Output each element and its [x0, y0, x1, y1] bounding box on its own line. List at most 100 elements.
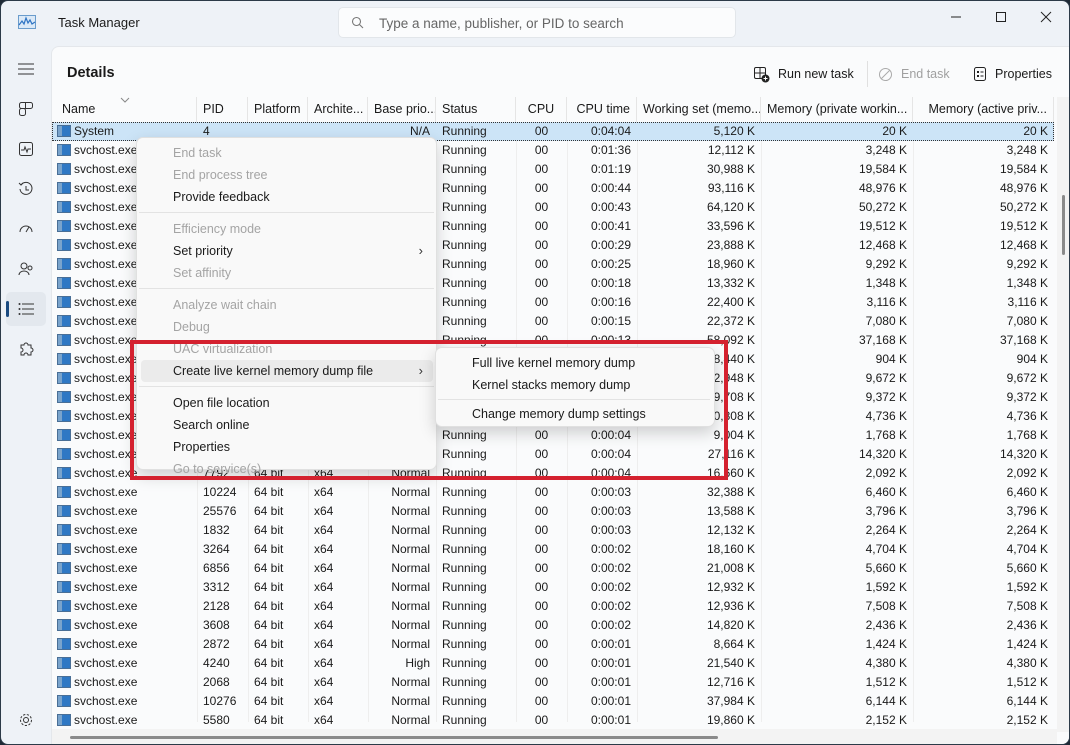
process-name: svchost.exe — [74, 599, 138, 613]
table-row[interactable]: svchost.exe 3264 64 bit x64 Normal Running 00 0… — [52, 540, 1054, 559]
process-icon — [57, 524, 71, 536]
cell-cputime: 0:01:36 — [590, 143, 631, 157]
menu-item-label: Efficiency mode — [173, 222, 262, 236]
horizontal-scrollbar-thumb[interactable] — [70, 736, 718, 739]
cell-status: Running — [442, 143, 487, 157]
header-col-base-priority[interactable]: Base prio... — [368, 97, 436, 122]
sidebar-hamburger-button[interactable] — [6, 52, 46, 86]
sidebar-item-settings[interactable] — [6, 703, 46, 737]
menu-item-efficiency-mode[interactable]: Efficiency mode — [141, 218, 433, 240]
menu-item-set-affinity[interactable]: Set affinity — [141, 262, 433, 284]
end-task-button[interactable]: End task — [878, 63, 950, 85]
header-col-name[interactable]: Name — [52, 97, 197, 122]
menu-item-set-priority[interactable]: Set priority › — [141, 240, 433, 262]
cell-ws: 93,116 K — [707, 181, 755, 195]
search-input[interactable] — [379, 14, 719, 32]
cell-status: Running — [442, 200, 487, 214]
table-row[interactable]: svchost.exe 10276 64 bit x64 Normal Running 00… — [52, 692, 1054, 711]
menu-item-provide-feedback[interactable]: Provide feedback — [141, 186, 433, 208]
sidebar-item-users[interactable] — [6, 252, 46, 286]
process-name: svchost.exe — [74, 466, 138, 480]
table-row[interactable]: svchost.exe 2068 64 bit x64 Normal Running 00 0… — [52, 673, 1054, 692]
close-button[interactable] — [1023, 1, 1069, 33]
header-col-architecture[interactable]: Archite... — [308, 97, 368, 122]
table-row[interactable]: svchost.exe 3312 64 bit x64 Normal Running 00 0… — [52, 578, 1054, 597]
submenu-item-kernel-stacks-memory-dump[interactable]: Kernel stacks memory dump — [440, 374, 712, 396]
sidebar-item-services[interactable] — [6, 332, 46, 366]
cell-arch: x64 — [314, 637, 334, 651]
menu-item-create-live-kernel-memory-dump-file[interactable]: Create live kernel memory dump file › — [141, 360, 433, 382]
table-row[interactable]: svchost.exe 5580 64 bit x64 Normal Running 00 0… — [52, 711, 1054, 730]
process-icon — [57, 391, 71, 403]
cell-cputime: 0:00:01 — [590, 675, 631, 689]
cell-status: Running — [442, 314, 487, 328]
cell-platform: 64 bit — [254, 713, 284, 727]
header-col-memory-private-working[interactable]: Memory (private workin... — [761, 97, 913, 122]
performance-icon — [19, 142, 33, 156]
menu-item-debug[interactable]: Debug — [141, 316, 433, 338]
sidebar-item-performance[interactable] — [6, 132, 46, 166]
cell-cpu: 00 — [534, 485, 549, 499]
header-col-cpu[interactable]: CPU — [516, 97, 567, 122]
cell-mpw: 7,080 K — [865, 314, 907, 328]
menu-item-properties[interactable]: Properties — [141, 436, 433, 458]
table-row[interactable]: svchost.exe 25576 64 bit x64 Normal Running 00… — [52, 502, 1054, 521]
sidebar-item-processes[interactable] — [6, 92, 46, 126]
menu-item-end-process-tree[interactable]: End process tree — [141, 164, 433, 186]
table-row[interactable]: svchost.exe 1832 64 bit x64 Normal Running 00 0… — [52, 521, 1054, 540]
header-col-memory-active-private[interactable]: Memory (active priv... — [913, 97, 1054, 122]
cell-cputime: 0:00:03 — [590, 485, 631, 499]
menu-item-uac-virtualization[interactable]: UAC virtualization — [141, 338, 433, 360]
sidebar-item-startup-apps[interactable] — [6, 212, 46, 246]
cell-cpu: 00 — [534, 656, 549, 670]
minimize-button[interactable] — [933, 1, 979, 33]
cell-prio: Normal — [391, 637, 430, 651]
process-name: svchost.exe — [74, 637, 138, 651]
header-col-platform[interactable]: Platform — [248, 97, 308, 122]
table-row[interactable]: svchost.exe 2128 64 bit x64 Normal Running 00 0… — [52, 597, 1054, 616]
sidebar-item-details[interactable] — [6, 292, 46, 326]
vertical-scrollbar[interactable] — [1057, 97, 1069, 732]
cell-map: 2,264 K — [1006, 523, 1048, 537]
table-row[interactable]: svchost.exe 4240 64 bit x64 High Running 00 0:0… — [52, 654, 1054, 673]
menu-item-analyze-wait-chain[interactable]: Analyze wait chain — [141, 294, 433, 316]
menu-item-end-task[interactable]: End task — [141, 142, 433, 164]
header-col-cpu-time[interactable]: CPU time — [567, 97, 637, 122]
cell-mpw: 6,460 K — [865, 485, 907, 499]
header-col-working-set[interactable]: Working set (memo... — [637, 97, 761, 122]
cell-platform: 64 bit — [254, 694, 284, 708]
vertical-scrollbar-thumb[interactable] — [1062, 195, 1065, 255]
cell-mpw: 9,292 K — [865, 257, 907, 271]
cell-pid: 2128 — [203, 599, 230, 613]
cell-mpw: 1,768 K — [865, 428, 907, 442]
maximize-button[interactable] — [978, 1, 1024, 33]
cell-status: Running — [442, 504, 487, 518]
menu-item-go-to-service-s[interactable]: Go to service(s) — [141, 458, 433, 480]
submenu-item-change-memory-dump-settings[interactable]: Change memory dump settings — [440, 403, 712, 425]
menu-item-label: Properties — [173, 440, 230, 454]
menu-item-open-file-location[interactable]: Open file location — [141, 392, 433, 414]
run-new-task-button[interactable]: Run new task — [753, 63, 854, 85]
header-col-status[interactable]: Status — [436, 97, 516, 122]
cell-mpw: 4,704 K — [865, 542, 907, 556]
table-row[interactable]: svchost.exe 10224 64 bit x64 Normal Running 00… — [52, 483, 1054, 502]
cell-map: 1,424 K — [1006, 637, 1048, 651]
menu-item-search-online[interactable]: Search online — [141, 414, 433, 436]
search-box[interactable] — [338, 7, 736, 38]
cell-cpu: 00 — [534, 428, 549, 442]
properties-button[interactable]: Properties — [973, 63, 1052, 85]
submenu-item-full-live-kernel-memory-dump[interactable]: Full live kernel memory dump — [440, 352, 712, 374]
cell-mpw: 3,796 K — [865, 504, 907, 518]
process-name: svchost.exe — [74, 295, 138, 309]
cell-pid: 3264 — [203, 542, 230, 556]
table-row[interactable]: svchost.exe 2872 64 bit x64 Normal Running 00 0… — [52, 635, 1054, 654]
sidebar-item-app-history[interactable] — [6, 172, 46, 206]
cell-cputime: 0:00:44 — [590, 181, 631, 195]
cell-cpu: 00 — [534, 124, 549, 138]
cell-cputime: 0:00:15 — [590, 314, 631, 328]
cell-name: svchost.exe — [52, 502, 197, 521]
table-row[interactable]: svchost.exe 3608 64 bit x64 Normal Running 00 0… — [52, 616, 1054, 635]
horizontal-scrollbar[interactable] — [52, 729, 1057, 744]
table-row[interactable]: svchost.exe 6856 64 bit x64 Normal Running 00 0… — [52, 559, 1054, 578]
header-col-pid[interactable]: PID — [197, 97, 248, 122]
